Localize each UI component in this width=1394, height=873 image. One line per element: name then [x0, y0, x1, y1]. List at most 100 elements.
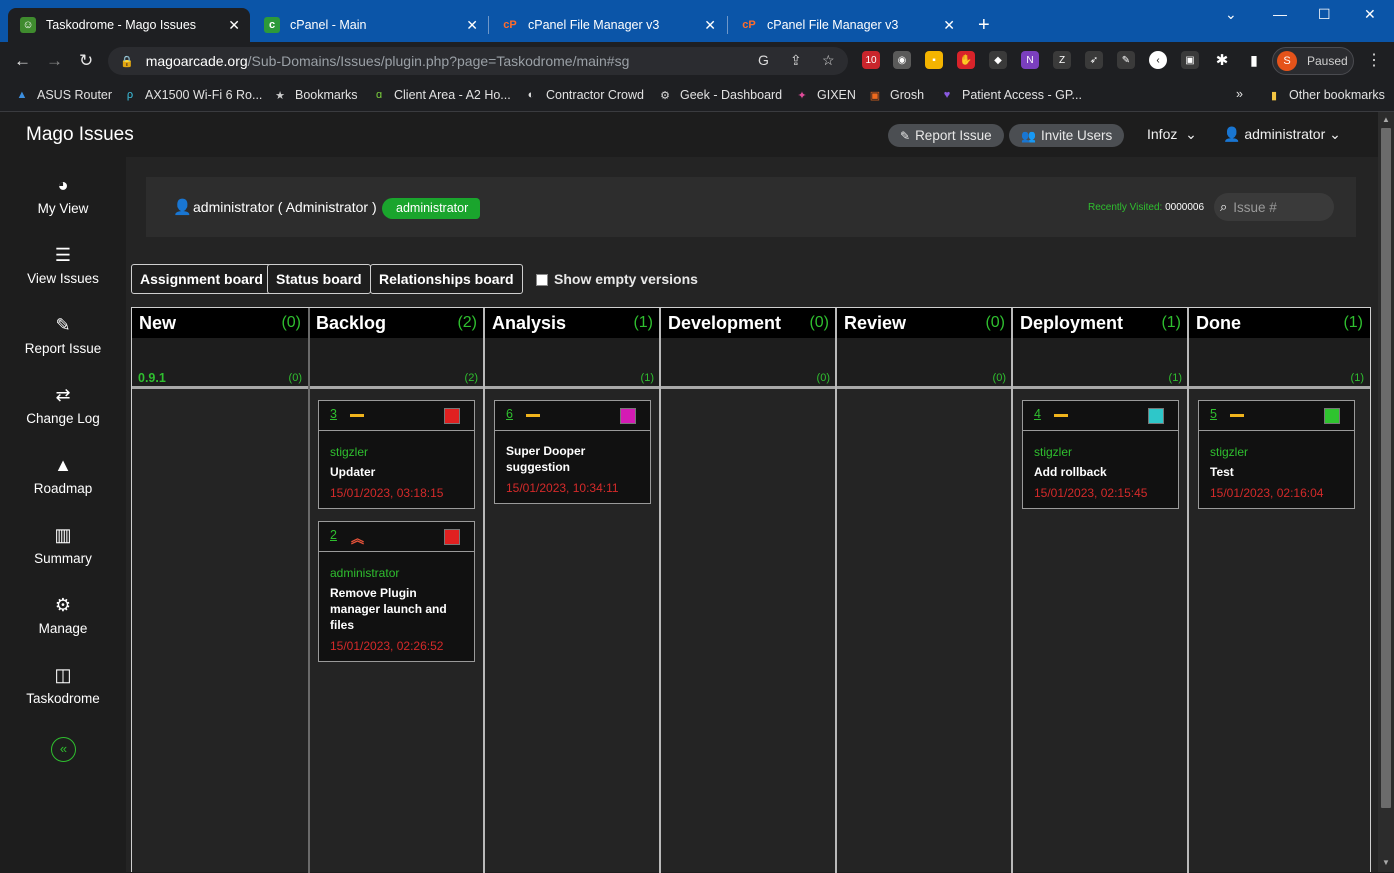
report-issue-button[interactable]: ✎ Report Issue	[888, 124, 1004, 147]
side-panel-icon[interactable]: ▮	[1245, 51, 1263, 69]
rocket-extension-icon[interactable]: ➶	[1085, 51, 1103, 69]
issue-id-link[interactable]: 5	[1210, 407, 1217, 421]
recently-visited-link[interactable]: 0000006	[1165, 202, 1204, 213]
issue-search[interactable]: ⌕ Issue #	[1214, 193, 1334, 221]
close-tab-icon[interactable]: ✕	[943, 17, 955, 34]
invite-users-button[interactable]: 👥 Invite Users	[1009, 124, 1125, 147]
maximize-button[interactable]: ☐	[1318, 6, 1331, 23]
reload-button[interactable]: ↻	[79, 51, 93, 71]
scroll-up-icon[interactable]: ▲	[1382, 115, 1390, 124]
tab-search-icon[interactable]: ⌄	[1225, 6, 1237, 23]
page-scrollbar[interactable]: ▲ ▼	[1378, 112, 1394, 872]
tab-taskodrome[interactable]: ☺ Taskodrome - Mago Issues ✕	[8, 8, 250, 42]
calendar-extension-icon[interactable]: 10	[862, 51, 880, 69]
screenshot-extension-icon[interactable]: ▣	[1181, 51, 1199, 69]
other-bookmarks-folder[interactable]: ▮ Other bookmarks	[1266, 87, 1385, 103]
z-extension-icon[interactable]: Z	[1053, 51, 1071, 69]
onenote-extension-icon[interactable]: N	[1021, 51, 1039, 69]
google-icon[interactable]: G	[758, 52, 769, 68]
scrollbar-thumb[interactable]	[1381, 128, 1391, 808]
issue-summary: Super Dooper suggestion	[506, 444, 586, 474]
show-empty-versions[interactable]: Show empty versions	[536, 271, 698, 287]
bookmark-ax1500[interactable]: ρ AX1500 Wi-Fi 6 Ro...	[122, 87, 263, 103]
gixen-icon: ✦	[797, 89, 807, 102]
search-icon: ⌕	[1220, 199, 1228, 214]
new-tab-button[interactable]: +	[978, 14, 990, 37]
close-tab-icon[interactable]: ✕	[466, 17, 478, 34]
collapse-sidebar-button[interactable]: «	[51, 737, 76, 762]
bookmark-contractor-crowd[interactable]: ◐ Contractor Crowd	[523, 87, 644, 103]
share-icon[interactable]: ⇪	[790, 52, 802, 69]
forward-button[interactable]: →	[46, 51, 63, 71]
issue-card[interactable]: 4 stigzler Add rollback 15/01/2023, 02:15:…	[1022, 400, 1179, 509]
back-button[interactable]: ←	[14, 51, 31, 71]
close-tab-icon[interactable]: ✕	[228, 17, 240, 34]
issue-card[interactable]: 5 stigzler Test 15/01/2023, 02:16:04	[1198, 400, 1355, 509]
bookmark-folder-bookmarks[interactable]: ★ Bookmarks	[272, 87, 357, 103]
sidebar-item-manage[interactable]: ⚙ Manage	[0, 595, 126, 636]
tab-cpanel-fm-2[interactable]: cP cPanel File Manager v3 ✕	[729, 8, 965, 42]
bookmark-grosh[interactable]: ▣ Grosh	[867, 87, 924, 103]
issue-id-link[interactable]: 6	[506, 407, 513, 421]
folder-icon: ▮	[1270, 89, 1278, 102]
status-board-button[interactable]: Status board	[267, 264, 371, 294]
show-empty-checkbox[interactable]	[536, 274, 548, 286]
sidebar-item-view-issues[interactable]: ☰ View Issues	[0, 245, 126, 286]
css-extension-icon[interactable]: ✎	[1117, 51, 1135, 69]
columns-icon: ◫	[54, 665, 72, 685]
tab-cpanel-main[interactable]: c cPanel - Main ✕	[252, 8, 488, 42]
keep-extension-icon[interactable]: ▪	[925, 51, 943, 69]
sidebar-item-report-issue[interactable]: ✎ Report Issue	[0, 315, 126, 356]
tplink-icon: ρ	[126, 89, 134, 101]
version-row: (2)	[309, 338, 484, 386]
bookmark-asus[interactable]: ▲ ASUS Router	[14, 87, 112, 103]
sidebar-item-roadmap[interactable]: ▲ Roadmap	[0, 455, 126, 496]
url-text[interactable]: magoarcade.org/Sub-Domains/Issues/plugin…	[146, 53, 630, 69]
tab-title: Taskodrome - Mago Issues	[46, 18, 197, 32]
owl-extension-icon[interactable]: ◉	[893, 51, 911, 69]
relationships-board-button[interactable]: Relationships board	[370, 264, 523, 294]
issue-search-input[interactable]: Issue #	[1233, 200, 1277, 215]
app-brand[interactable]: Mago Issues	[26, 124, 134, 146]
bookmark-patient-access[interactable]: ♥ Patient Access - GP...	[939, 87, 1082, 103]
main-content: 👤 administrator ( Administrator ) admini…	[126, 157, 1378, 873]
browser-menu-icon[interactable]: ⋮	[1366, 50, 1382, 70]
crowd-icon: ◐	[527, 89, 535, 101]
sidebar-item-summary[interactable]: ▥ Summary	[0, 525, 126, 566]
bookmark-star-icon[interactable]: ☆	[822, 52, 835, 69]
adblock-extension-icon[interactable]: ✋	[957, 51, 975, 69]
close-tab-icon[interactable]: ✕	[704, 17, 716, 34]
bookmarks-bar: ▲ ASUS Router ρ AX1500 Wi-Fi 6 Ro... ★ Book…	[0, 80, 1394, 112]
infoz-menu[interactable]: Infoz ⌄	[1147, 126, 1197, 143]
column-divider	[1187, 308, 1189, 873]
tag-extension-icon[interactable]: ◆	[989, 51, 1007, 69]
sidebar-item-change-log[interactable]: ⇄ Change Log	[0, 385, 126, 426]
issue-id-link[interactable]: 3	[330, 407, 337, 421]
cpanel-main-favicon-icon: c	[264, 17, 280, 33]
issue-card[interactable]: 3 stigzler Updater 15/01/2023, 03:18:15	[318, 400, 475, 509]
close-window-button[interactable]: ✕	[1364, 6, 1376, 23]
lock-icon[interactable]: 🔒	[120, 55, 134, 68]
extensions-puzzle-icon[interactable]: ✱	[1213, 51, 1231, 69]
assignment-board-button[interactable]: Assignment board	[131, 264, 272, 294]
bookmark-client-area[interactable]: ɑ Client Area - A2 Ho...	[371, 87, 511, 103]
scroll-down-icon[interactable]: ▼	[1382, 858, 1390, 867]
priority-normal-icon	[1230, 414, 1244, 417]
address-bar[interactable]: 🔒 magoarcade.org/Sub-Domains/Issues/plug…	[108, 47, 848, 75]
column-divider	[835, 308, 837, 873]
issue-card[interactable]: 2 ︽ administrator Remove Plugin manager la…	[318, 521, 475, 662]
minimize-button[interactable]: —	[1273, 6, 1287, 22]
tab-cpanel-fm-1[interactable]: cP cPanel File Manager v3 ✕	[490, 8, 726, 42]
bookmark-geek[interactable]: ⚙ Geek - Dashboard	[657, 87, 782, 103]
user-menu[interactable]: 👤 administrator ⌄	[1223, 126, 1341, 143]
bookmarks-overflow-button[interactable]: »	[1236, 87, 1243, 101]
profile-button[interactable]: S Paused	[1272, 47, 1354, 75]
issue-id-link[interactable]: 2	[330, 528, 337, 542]
column-new: New (0)	[132, 308, 308, 338]
arrow-extension-icon[interactable]: ‹	[1149, 51, 1167, 69]
sidebar-item-my-view[interactable]: ◕ My View	[0, 175, 126, 216]
sidebar-item-taskodrome[interactable]: ◫ Taskodrome	[0, 665, 126, 706]
bookmark-gixen[interactable]: ✦ GIXEN	[794, 87, 856, 103]
issue-card[interactable]: 6 Super Dooper suggestion 15/01/2023, 10:…	[494, 400, 651, 504]
issue-id-link[interactable]: 4	[1034, 407, 1041, 421]
